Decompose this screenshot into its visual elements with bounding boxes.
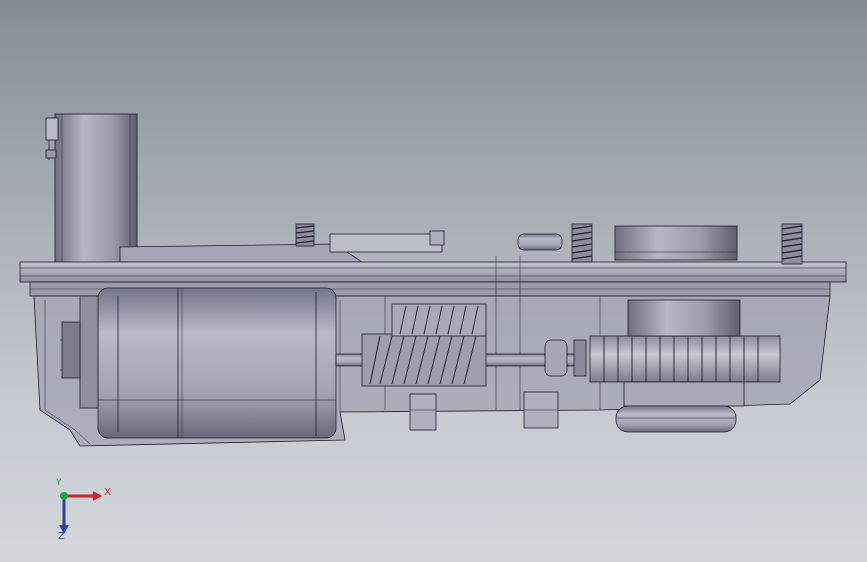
spring-right[interactable] xyxy=(781,223,803,265)
connector-housing[interactable] xyxy=(45,113,138,265)
coordinate-triad: X Y Z xyxy=(46,478,116,546)
top-cover[interactable] xyxy=(19,225,847,297)
x-axis-label: X xyxy=(104,487,111,498)
graphics-viewport[interactable]: X Y Z xyxy=(0,0,867,562)
y-axis-dot xyxy=(60,492,68,500)
actuator-assembly-model[interactable] xyxy=(0,0,867,562)
y-axis-label: Y xyxy=(56,478,62,488)
dc-motor[interactable] xyxy=(61,287,337,439)
z-axis-label: Z xyxy=(58,531,65,542)
spring-left[interactable] xyxy=(295,223,315,247)
spring-middle[interactable] xyxy=(571,223,593,263)
x-axis-arrow xyxy=(93,491,102,501)
